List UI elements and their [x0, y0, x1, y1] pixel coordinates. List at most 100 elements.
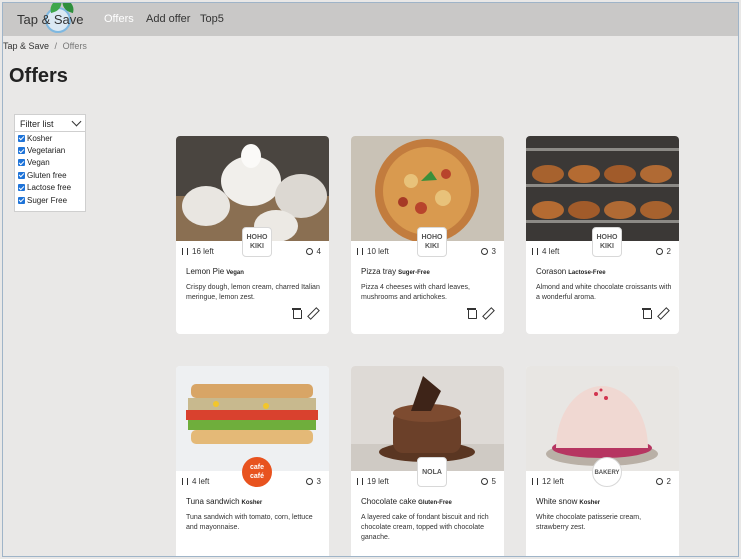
offer-card[interactable]: 4 left HOHO KIKI 2 Corason Lactose-Free A…: [526, 136, 679, 334]
chevron-down-icon: [71, 116, 82, 127]
filter-dropdown[interactable]: Filter list: [15, 115, 85, 132]
filter-list: Filter list Kosher Vegetarian Vegan Glut…: [14, 114, 86, 212]
filter-item-lactose-free[interactable]: Lactose free: [15, 182, 85, 194]
store-logo: HOHO KIKI: [242, 227, 272, 257]
offer-meta: 12 left BAKERY 2: [526, 457, 679, 491]
store-logo: cafe café: [242, 457, 272, 487]
likes-count: 2: [666, 477, 671, 486]
offer-name: Pizza tray: [361, 267, 397, 276]
offer-tag: Vegan: [226, 270, 244, 276]
like-icon: [305, 478, 313, 485]
offer-image: [176, 366, 329, 471]
offer-card[interactable]: 19 left NOLA 5 Chocolate cake Gluten-Free…: [351, 366, 504, 556]
offer-image: [526, 366, 679, 471]
filter-item-label: Suger Free: [27, 195, 68, 205]
offer-title: Corason Lactose-Free: [536, 267, 606, 276]
like-icon: [655, 248, 663, 255]
offer-description: Pizza 4 cheeses with chard leaves, mushr…: [361, 284, 470, 301]
checkbox[interactable]: [18, 134, 25, 142]
offer-description: A layered cake of fondant biscuit and ri…: [361, 514, 489, 541]
offer-tag: Kosher: [579, 500, 601, 506]
filter-item-label: Vegetarian: [27, 146, 66, 156]
offer-image: [526, 136, 679, 241]
offer-meta: 19 left NOLA 5: [351, 457, 504, 491]
edit-pencil-icon[interactable]: [482, 308, 492, 319]
checkbox[interactable]: [18, 147, 25, 155]
offer-name: White snow: [536, 497, 578, 506]
filter-item-gluten-free[interactable]: Gluten free: [15, 169, 85, 181]
offer-description: White chocolate patisserie cream, strawb…: [536, 514, 642, 531]
brand-logo[interactable]: Tap & Save: [15, 3, 95, 36]
offer-meta: 10 left HOHO KIKI 3: [351, 227, 504, 261]
quantity-left: 12 left: [532, 477, 564, 486]
nav-add-offer[interactable]: Add offer: [146, 13, 190, 25]
likes: 3: [305, 477, 321, 486]
store-logo: BAKERY: [592, 457, 622, 487]
app-frame: Tap & Save Offers Add offer Top5 Tap & S…: [2, 2, 739, 557]
edit-pencil-icon[interactable]: [307, 308, 317, 319]
offer-description: Tuna sandwich with tomato, corn, lettuce…: [186, 514, 313, 531]
offer-title: Chocolate cake Gluten-Free: [361, 497, 452, 506]
breadcrumb-root[interactable]: Tap & Save: [3, 41, 49, 51]
offer-card[interactable]: 10 left HOHO KIKI 3 Pizza tray Suger-Free…: [351, 136, 504, 334]
checkbox[interactable]: [18, 184, 25, 192]
trash-icon[interactable]: [292, 308, 302, 319]
checkbox[interactable]: [18, 196, 25, 204]
breadcrumb: Tap & Save / Offers: [3, 41, 87, 51]
quantity-left: 19 left: [357, 477, 389, 486]
filter-item-suger-free[interactable]: Suger Free: [15, 194, 85, 206]
filter-title: Filter list: [20, 119, 54, 129]
offer-name: Lemon Pie: [186, 267, 225, 276]
like-icon: [305, 248, 313, 255]
brand-name: Tap & Save: [17, 12, 84, 27]
offer-image: [351, 366, 504, 471]
likes-count: 3: [316, 477, 321, 486]
likes-count: 5: [491, 477, 496, 486]
edit-pencil-icon[interactable]: [657, 308, 667, 319]
offer-name: Corason: [536, 267, 567, 276]
breadcrumb-separator: /: [54, 41, 58, 51]
nav-offers[interactable]: Offers: [104, 13, 134, 25]
offer-name: Chocolate cake: [361, 497, 417, 506]
likes-count: 3: [491, 247, 496, 256]
likes: 2: [655, 247, 671, 256]
navbar: Tap & Save Offers Add offer Top5: [3, 3, 738, 36]
trash-icon[interactable]: [642, 308, 652, 319]
utensils-icon: [182, 478, 188, 485]
offer-title: Lemon Pie Vegan: [186, 267, 244, 276]
offer-title: Tuna sandwich Kosher: [186, 497, 262, 506]
filter-item-vegetarian[interactable]: Vegetarian: [15, 144, 85, 156]
nav-top5[interactable]: Top5: [200, 13, 224, 25]
breadcrumb-current: Offers: [62, 41, 87, 51]
utensils-icon: [357, 248, 363, 255]
store-logo: HOHO KIKI: [592, 227, 622, 257]
offer-meta: 4 left cafe café 3: [176, 457, 329, 491]
quantity-left-text: 10 left: [367, 247, 389, 256]
filter-item-label: Vegan: [27, 158, 50, 168]
offer-image: [351, 136, 504, 241]
utensils-icon: [182, 248, 188, 255]
offer-meta: 16 left HOHO KIKI 4: [176, 227, 329, 261]
like-icon: [480, 478, 488, 485]
like-icon: [480, 248, 488, 255]
offer-title: Pizza tray Suger-Free: [361, 267, 430, 276]
offer-card[interactable]: 12 left BAKERY 2 White snow Kosher White …: [526, 366, 679, 556]
checkbox[interactable]: [18, 159, 25, 167]
offer-card[interactable]: 16 left HOHO KIKI 4 Lemon Pie Vegan Crisp…: [176, 136, 329, 334]
likes-count: 4: [316, 247, 321, 256]
quantity-left-text: 4 left: [542, 247, 560, 256]
offer-meta: 4 left HOHO KIKI 2: [526, 227, 679, 261]
offer-description: Crispy dough, lemon cream, charred Itali…: [186, 284, 320, 301]
likes: 4: [305, 247, 321, 256]
offer-tag: Gluten-Free: [418, 500, 452, 506]
offer-image: [176, 136, 329, 241]
filter-item-vegan[interactable]: Vegan: [15, 157, 85, 169]
quantity-left-text: 4 left: [192, 477, 210, 486]
likes: 2: [655, 477, 671, 486]
filter-item-kosher[interactable]: Kosher: [15, 132, 85, 144]
like-icon: [655, 478, 663, 485]
checkbox[interactable]: [18, 171, 25, 179]
offer-card[interactable]: 4 left cafe café 3 Tuna sandwich Kosher T…: [176, 366, 329, 556]
offer-tag: Suger-Free: [398, 270, 430, 276]
trash-icon[interactable]: [467, 308, 477, 319]
